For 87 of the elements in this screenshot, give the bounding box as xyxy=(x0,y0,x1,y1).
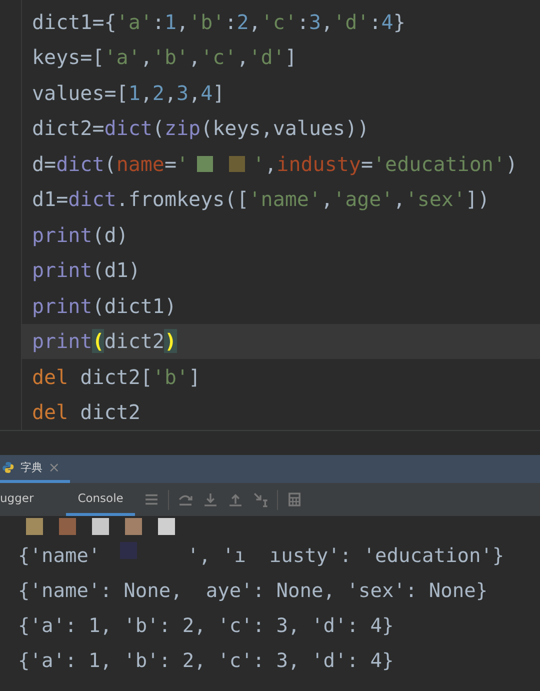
code-token: (keys,values)) xyxy=(200,116,370,140)
code-token: } xyxy=(393,10,406,34)
console-output: {'a': 1, 'b': 2, 'c': 3, 'd': 4} xyxy=(18,614,394,637)
code-token: , xyxy=(321,10,334,34)
code-token: : xyxy=(296,10,309,34)
code-token: 'b' xyxy=(152,45,189,70)
code-token: ) xyxy=(505,152,518,176)
code-token: , xyxy=(188,45,201,70)
code-token: ( xyxy=(104,152,116,176)
code-token: dict xyxy=(56,152,104,176)
code-token: 1 xyxy=(128,80,140,105)
code-token: 'b' xyxy=(152,364,189,389)
code-token: 'a' xyxy=(104,45,140,70)
code-token: , xyxy=(188,80,201,105)
code-token: : xyxy=(369,10,382,34)
console-output: {'name' xyxy=(18,544,100,567)
code-token: 4 xyxy=(381,10,394,34)
code-token: ' xyxy=(176,152,189,176)
code-token: values=[ xyxy=(32,80,128,105)
code-token: print xyxy=(32,222,92,247)
code-token: industy xyxy=(276,152,361,176)
code-token: ]) xyxy=(466,187,490,212)
code-token: = xyxy=(164,152,177,176)
code-token: d1= xyxy=(32,187,68,212)
code-token: dict1={ xyxy=(32,10,116,34)
code-token: (dict1) xyxy=(92,294,177,318)
code-token: zip xyxy=(164,116,201,140)
code-token: ' xyxy=(252,152,265,176)
console-output: {'a': 1, 'b': 2, 'c': 3, 'd': 4} xyxy=(18,649,394,672)
code-token: , xyxy=(236,45,249,70)
code-token: , xyxy=(393,187,406,212)
code-token: , xyxy=(140,80,152,105)
code-token: 2 xyxy=(236,10,249,34)
code-token: ] xyxy=(284,45,297,70)
code-token: , xyxy=(176,10,189,34)
code-token: d= xyxy=(32,152,56,176)
code-token: 3 xyxy=(176,80,189,105)
calculator-icon[interactable] xyxy=(286,491,304,508)
code-token: dict2[ xyxy=(79,364,152,389)
code-token: 'c' xyxy=(200,45,237,70)
run-to-cursor-icon[interactable] xyxy=(252,491,270,508)
code-token: ( xyxy=(92,329,104,354)
code-token: 'd' xyxy=(248,45,285,70)
code-token: ( xyxy=(152,116,164,140)
code-token: 'education' xyxy=(373,152,506,176)
panel-tab[interactable]: ugger xyxy=(0,483,46,516)
code-token: , xyxy=(248,10,261,34)
code-token: 'a' xyxy=(116,10,152,34)
console-output: {'name': None, aye': None, 'sex': None} xyxy=(18,579,488,602)
code-token: 4 xyxy=(200,80,213,105)
code-token: , xyxy=(321,187,334,212)
code-token: 'sex' xyxy=(405,187,466,212)
code-token: 'c' xyxy=(260,10,297,34)
down-arrow-icon[interactable] xyxy=(202,491,220,508)
code-token: , xyxy=(140,45,152,70)
code-token: (d) xyxy=(92,222,128,247)
code-token: ] xyxy=(212,80,225,105)
code-token: .fromkeys([ xyxy=(116,187,249,212)
code-token: : xyxy=(152,10,164,34)
code-token: dict xyxy=(104,116,152,140)
code-token: : xyxy=(224,10,237,34)
code-token: dict2= xyxy=(32,116,104,140)
code-token: print xyxy=(32,258,92,282)
code-token: keys=[ xyxy=(32,45,104,70)
code-token: 1 xyxy=(164,10,177,34)
code-token: ] xyxy=(188,364,201,389)
code-token: 'b' xyxy=(188,10,225,34)
code-token: ) xyxy=(164,329,177,354)
code-token: 'name' xyxy=(248,187,321,212)
code-token: 3 xyxy=(309,10,322,34)
code-token: (d1) xyxy=(92,258,140,282)
code-token: print xyxy=(32,294,92,318)
code-token: = xyxy=(360,152,374,176)
code-token: , xyxy=(164,80,177,105)
code-token: print xyxy=(32,329,92,354)
python-icon xyxy=(2,459,14,476)
code-token: del xyxy=(32,400,68,424)
code-token: del xyxy=(32,364,68,389)
code-token: 2 xyxy=(152,80,164,105)
code-token: dict xyxy=(68,187,116,212)
code-token: name xyxy=(116,152,164,176)
code-token: , xyxy=(264,152,277,176)
console-output: ', 'ı ıusty': 'education'} xyxy=(187,544,504,567)
code-token: dict2 xyxy=(79,400,140,424)
code-token: 'age' xyxy=(333,187,394,212)
code-token: 'd' xyxy=(333,10,370,34)
code-token: dict2 xyxy=(104,329,164,354)
